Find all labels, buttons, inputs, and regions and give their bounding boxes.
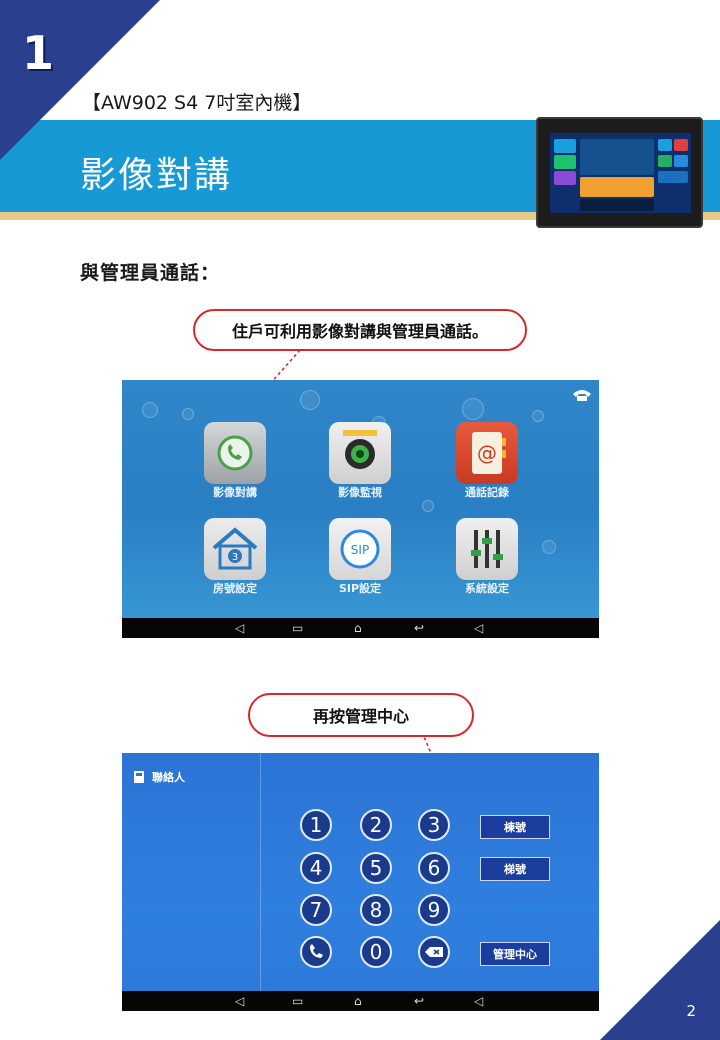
management-center-button[interactable]: 管理中心	[480, 942, 550, 966]
android-nav-bar: ◁ ▭ ⌂ ↩ ◁	[122, 618, 599, 638]
house-icon: 3	[212, 527, 258, 570]
contacts-label: 聯絡人	[152, 771, 185, 784]
intercom-app-button[interactable]	[204, 422, 266, 484]
backspace-key[interactable]	[418, 936, 450, 968]
home-icon[interactable]: ⌂	[354, 994, 362, 1008]
volume-up-icon[interactable]: ◁	[474, 994, 483, 1008]
sip-settings-app-button[interactable]: SIP	[329, 518, 391, 580]
call-log-app-button[interactable]: @	[456, 422, 518, 484]
corner-decoration-bottom	[600, 920, 720, 1040]
volume-up-icon[interactable]: ◁	[474, 621, 483, 635]
recent-apps-icon[interactable]: ▭	[292, 994, 303, 1008]
app-label-monitor: 影像監視	[338, 486, 382, 499]
key-8[interactable]: 8	[360, 894, 392, 926]
app-label-sip: SIP設定	[338, 582, 382, 595]
key-9[interactable]: 9	[418, 894, 450, 926]
volume-down-icon[interactable]: ◁	[235, 994, 244, 1008]
band-corner-decoration	[0, 120, 40, 160]
app-label-room: 房號設定	[213, 582, 257, 595]
app-label-system: 系統設定	[465, 582, 509, 595]
callout-1-text: 住戶可利用影像對講與管理員通話。	[231, 322, 488, 341]
key-1[interactable]: 1	[300, 809, 332, 841]
key-4[interactable]: 4	[300, 852, 332, 884]
app-label-call-log: 通話記錄	[465, 486, 509, 499]
camera-icon	[343, 430, 377, 469]
phone-status-icon	[573, 390, 591, 401]
svg-text:SIP: SIP	[351, 543, 369, 557]
callout-1: 住戶可利用影像對講與管理員通話。	[193, 309, 527, 351]
system-settings-app-button[interactable]	[456, 518, 518, 580]
building-number-button[interactable]: 棟號	[480, 815, 550, 839]
subheading: 與管理員通話：	[80, 262, 221, 284]
backspace-icon	[425, 947, 443, 957]
device-screen	[550, 133, 691, 213]
callout-2-text: 再按管理中心	[312, 707, 409, 726]
volume-down-icon[interactable]: ◁	[235, 621, 244, 635]
contacts-icon	[134, 771, 144, 783]
stair-number-button[interactable]: 梯號	[480, 857, 550, 881]
dial-screen: 聯絡人 1 2 3 4 5 6 7 8 9 0 棟號 梯號 管理中心 ◁ ▭ ⌂…	[122, 753, 599, 1011]
phone-icon	[217, 435, 253, 471]
sliders-icon	[471, 530, 503, 568]
call-icon	[310, 944, 323, 958]
svg-text:3: 3	[232, 552, 238, 563]
room-number-app-button[interactable]: 3	[204, 518, 266, 580]
svg-text:@: @	[477, 441, 497, 465]
divider	[260, 753, 261, 991]
callout-2: 再按管理中心	[248, 693, 474, 737]
key-3[interactable]: 3	[418, 809, 450, 841]
key-6[interactable]: 6	[418, 852, 450, 884]
address-book-icon: @	[472, 432, 506, 474]
app-label-intercom: 影像對講	[213, 486, 257, 499]
model-title: 【AW902 S4 7吋室內機】	[82, 92, 312, 114]
contacts-header[interactable]: 聯絡人	[134, 769, 185, 785]
key-0[interactable]: 0	[360, 936, 392, 968]
back-icon[interactable]: ↩	[414, 621, 424, 635]
recent-apps-icon[interactable]: ▭	[292, 621, 303, 635]
key-2[interactable]: 2	[360, 809, 392, 841]
section-title: 影像對講	[80, 155, 233, 196]
back-icon[interactable]: ↩	[414, 994, 424, 1008]
page-number: 2	[686, 1002, 696, 1020]
key-5[interactable]: 5	[360, 852, 392, 884]
android-nav-bar-2: ◁ ▭ ⌂ ↩ ◁	[122, 991, 599, 1011]
chapter-number: 1	[22, 26, 55, 80]
call-key[interactable]	[300, 936, 332, 968]
key-7[interactable]: 7	[300, 894, 332, 926]
home-icon[interactable]: ⌂	[354, 621, 362, 635]
sip-icon: SIP	[340, 529, 380, 569]
video-monitor-app-button[interactable]	[329, 422, 391, 484]
home-screen: 影像對講 影像監視 @ 通話記錄 3 房號設定 SIP SIP設定 系統設定 ◁…	[122, 380, 599, 638]
device-photo	[536, 117, 703, 228]
